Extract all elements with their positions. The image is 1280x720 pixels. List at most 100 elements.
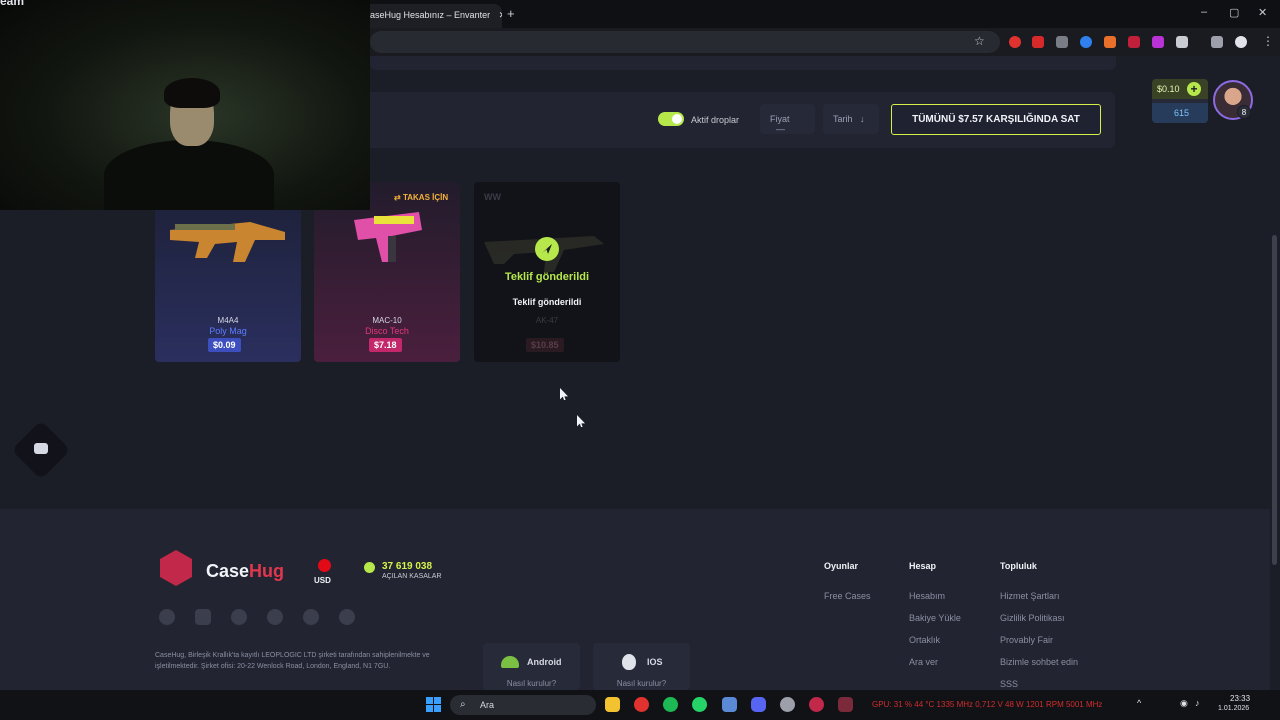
webcam-overlay-text: eam xyxy=(0,0,25,8)
skin-name: Poly Mag xyxy=(209,326,247,336)
file-explorer-icon[interactable] xyxy=(605,697,620,712)
page-scrollbar-thumb[interactable] xyxy=(1272,235,1277,565)
x-icon[interactable] xyxy=(231,609,247,625)
coin-value: 615 xyxy=(1174,108,1190,118)
steam-icon[interactable] xyxy=(303,609,319,625)
windows-start-icon[interactable] xyxy=(426,697,441,712)
taskbar-search[interactable]: ⌕ Ara xyxy=(450,695,596,715)
send-icon xyxy=(535,237,559,261)
extension-icon[interactable] xyxy=(1080,36,1092,48)
item-price: $0.09 xyxy=(208,338,241,352)
streamer-hair xyxy=(164,78,220,108)
key-icon xyxy=(364,562,375,573)
footer-link[interactable]: Hizmet Şartları xyxy=(1000,591,1060,601)
opened-cases-label: AÇILAN KASALAR xyxy=(382,573,442,580)
browser-menu-icon[interactable]: ⋮ xyxy=(1262,34,1274,48)
app-icon[interactable] xyxy=(809,697,824,712)
dash-icon: — xyxy=(776,124,785,134)
sell-all-button[interactable]: TÜMÜNÜ $7.57 KARŞILIĞINDA SAT xyxy=(891,104,1101,135)
item-price: $7.18 xyxy=(369,338,402,352)
minimize-button[interactable]: – xyxy=(1201,6,1207,18)
address-bar[interactable] xyxy=(370,31,1000,53)
profile-icon[interactable] xyxy=(1235,36,1247,48)
bookmark-star-icon[interactable]: ☆ xyxy=(974,34,985,48)
add-balance-button[interactable]: + xyxy=(1187,82,1201,96)
extension-icon[interactable] xyxy=(1056,36,1068,48)
app-icon[interactable] xyxy=(722,697,737,712)
footer-link[interactable]: Gizlilik Politikası xyxy=(1000,613,1065,623)
coin-balance[interactable]: 615 xyxy=(1152,103,1208,123)
discord-icon[interactable] xyxy=(267,609,283,625)
footer-link[interactable]: Bizimle sohbet edin xyxy=(1000,657,1078,667)
spotify-icon[interactable] xyxy=(663,697,678,712)
offer-sent-subtitle: Teklif gönderildi xyxy=(512,297,582,307)
extensions-puzzle-icon[interactable] xyxy=(1176,36,1188,48)
weapon-name: MAC-10 xyxy=(372,316,402,325)
date-sort-label: Tarih xyxy=(833,114,853,124)
extension-icon[interactable] xyxy=(1152,36,1164,48)
ios-install-link[interactable]: Nasıl kurulur? xyxy=(593,679,690,688)
app-icon[interactable] xyxy=(838,697,853,712)
casehug-logo-text[interactable]: CaseHug xyxy=(206,561,284,582)
footer-col-games-title: Oyunlar xyxy=(824,561,859,571)
android-icon xyxy=(501,656,519,668)
currency-selector[interactable]: USD xyxy=(314,576,331,585)
footer-link[interactable]: Ara ver xyxy=(909,657,938,667)
skin-name: Disco Tech xyxy=(365,326,409,336)
footer-col-community-title: Topluluk xyxy=(1000,561,1037,571)
chrome-icon[interactable] xyxy=(634,697,649,712)
tab-close-icon[interactable]: ✕ xyxy=(499,10,502,20)
tab-title: aseHug Hesabınız – Envanter xyxy=(370,10,491,20)
ios-app-card[interactable]: IOS Nasıl kurulur? xyxy=(593,643,690,690)
network-icon[interactable]: ◉ xyxy=(1180,698,1188,709)
android-install-link[interactable]: Nasıl kurulur? xyxy=(483,679,580,688)
tray-chevron-icon[interactable]: ^ xyxy=(1137,698,1141,708)
telegram-icon[interactable] xyxy=(339,609,355,625)
android-label: Android xyxy=(527,657,562,667)
android-app-card[interactable]: Android Nasıl kurulur? xyxy=(483,643,580,690)
wear-badge: WW xyxy=(484,192,501,202)
footer-link[interactable]: Bakiye Yükle xyxy=(909,613,961,623)
webcam-overlay: eam xyxy=(0,0,370,210)
clock-time[interactable]: 23:33 xyxy=(1230,694,1250,703)
close-window-button[interactable]: ✕ xyxy=(1258,6,1267,19)
chat-icon xyxy=(34,443,48,454)
ios-label: IOS xyxy=(647,657,663,667)
new-tab-button[interactable]: + xyxy=(507,6,515,21)
clock-date[interactable]: 1.01.2026 xyxy=(1218,705,1249,712)
extension-icon[interactable] xyxy=(1032,36,1044,48)
volume-icon[interactable]: ♪ xyxy=(1195,698,1200,708)
streamer-body xyxy=(104,140,274,210)
search-icon: ⌕ xyxy=(460,699,466,710)
item-price: $10.85 xyxy=(526,338,564,352)
date-sort-button[interactable]: Tarih ↓ xyxy=(823,104,879,134)
footer-link[interactable]: Ortaklık xyxy=(909,635,940,645)
active-drops-label: Aktif droplar xyxy=(691,115,740,125)
maximize-button[interactable]: ▢ xyxy=(1229,6,1239,19)
extension-icon[interactable] xyxy=(1104,36,1116,48)
price-sort-button[interactable]: Fiyat — xyxy=(760,104,815,134)
facebook-icon[interactable] xyxy=(159,609,175,625)
top-panel xyxy=(370,56,1116,70)
avatar-level-badge: 8 xyxy=(1237,105,1251,119)
extension-icon[interactable] xyxy=(1128,36,1140,48)
wallet-widget: $0.10 + 615 xyxy=(1152,79,1208,123)
footer-link[interactable]: Hesabım xyxy=(909,591,945,601)
instagram-icon[interactable] xyxy=(195,609,211,625)
footer-link[interactable]: Provably Fair xyxy=(1000,635,1053,645)
app-icon[interactable] xyxy=(780,697,795,712)
opened-cases-count: 37 619 038 xyxy=(382,561,433,572)
active-drops-toggle[interactable] xyxy=(658,112,684,126)
footer-link[interactable]: SSS xyxy=(1000,679,1018,689)
mouse-cursor xyxy=(577,415,585,427)
price-sort-label: Fiyat xyxy=(770,114,790,124)
discord-taskbar-icon[interactable] xyxy=(751,697,766,712)
media-control-icon[interactable] xyxy=(1211,36,1223,48)
tab-casehug-inventory[interactable]: aseHug Hesabınız – Envanter ✕ xyxy=(362,4,502,28)
search-placeholder: Ara xyxy=(480,700,495,710)
whatsapp-icon[interactable] xyxy=(692,697,707,712)
extension-icon[interactable] xyxy=(1009,36,1021,48)
offer-sent-title: Teklif gönderildi xyxy=(504,271,590,283)
footer-link[interactable]: Free Cases xyxy=(824,591,871,601)
turkey-flag-icon[interactable] xyxy=(318,559,331,572)
